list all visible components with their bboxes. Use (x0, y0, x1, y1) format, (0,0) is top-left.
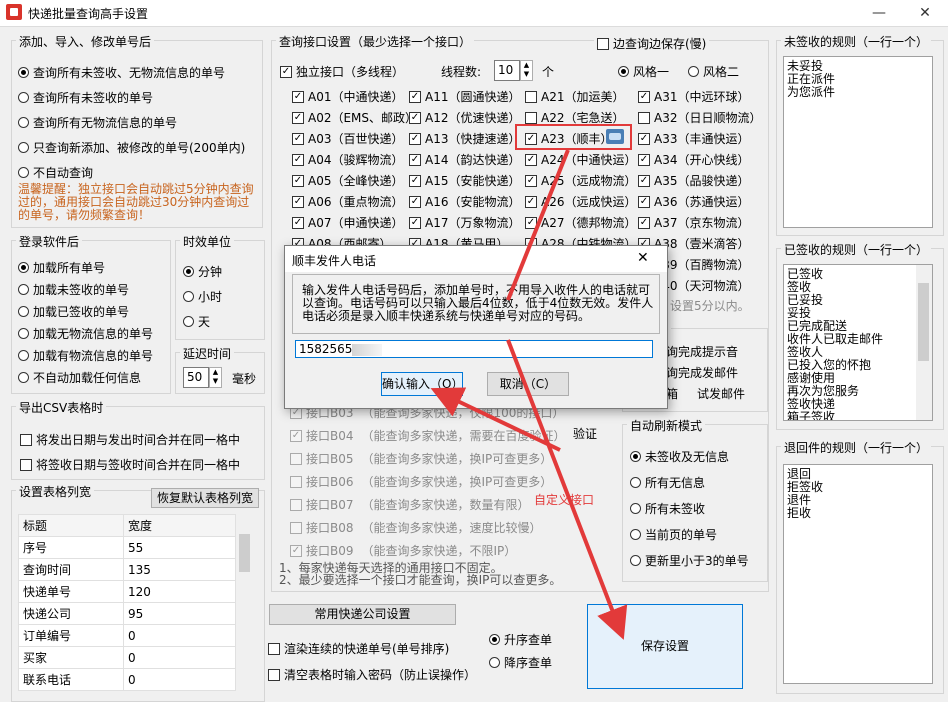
arrow-to-ok (445, 395, 560, 450)
annotation-arrows (0, 0, 948, 697)
arrow-from-a23 (508, 150, 568, 300)
arrow-to-save (508, 340, 618, 625)
